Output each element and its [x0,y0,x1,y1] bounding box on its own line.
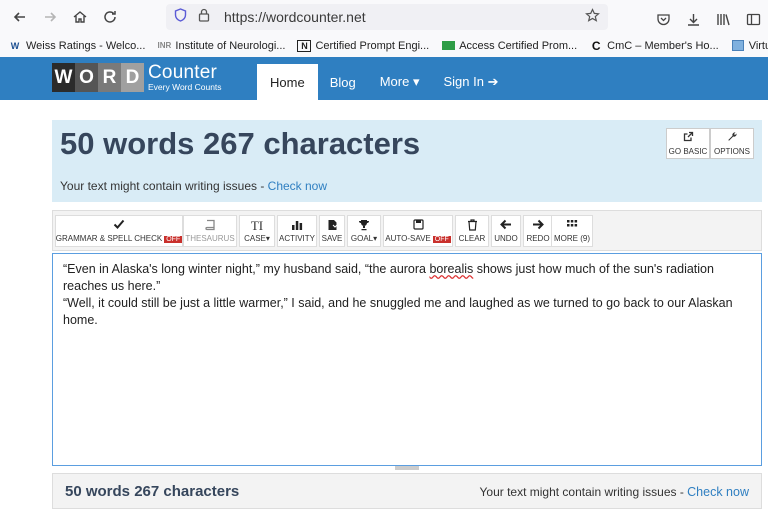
more-tools-button[interactable]: MORE (9) [551,215,593,247]
logo-counter: Counter Every Word Counts [148,62,222,93]
weiss-favicon-icon: W [10,40,20,51]
go-basic-button[interactable]: GO BASIC [666,128,710,159]
floppy-disk-icon [412,219,424,232]
bookmark-star-icon[interactable] [585,8,600,27]
back-icon[interactable] [5,2,35,32]
editor-toolbar: GRAMMAR & SPELL CHECK OFF THESAURUS TI CA… [52,210,762,251]
arrow-right-icon [532,219,544,232]
word-count-title: 50 words 267 characters [60,126,421,161]
grammar-off-badge: OFF [164,236,183,243]
writing-issues-notice: Your text might contain writing issues -… [60,179,328,193]
grid-icon [566,219,578,232]
book-icon [204,219,216,232]
case-dropdown-button[interactable]: TI CASE▾ [239,215,275,247]
nav-sign-in[interactable]: Sign In ➔ [431,64,510,100]
site-logo[interactable]: W O R D Counter Every Word Counts [52,63,222,92]
site-header: W O R D Counter Every Word Counts Home B… [0,57,768,100]
misspelled-word[interactable]: borealis [429,262,473,276]
pocket-icon[interactable] [648,4,678,34]
bar-chart-icon [291,219,303,232]
nav-blog[interactable]: Blog [318,64,368,100]
tracking-shield-icon[interactable] [174,7,188,27]
activity-button[interactable]: ACTIVITY [277,215,317,247]
logo-letter-o: O [75,63,98,92]
toolbar-right-icons [648,4,768,34]
bookmark-weiss[interactable]: W Weiss Ratings - Welco... [8,40,146,52]
reload-icon[interactable] [95,2,125,32]
save-file-icon [327,219,338,232]
lock-icon[interactable] [198,8,212,27]
redo-button[interactable]: REDO [523,215,553,247]
thesaurus-button[interactable]: THESAURUS [183,215,237,247]
options-button[interactable]: OPTIONS [710,128,754,159]
bookmark-virtual-business[interactable]: Virtual Business [731,40,768,52]
browser-toolbar: https://wordcounter.net [0,0,768,34]
editor-paragraph-2: “Well, it could still be just a little w… [63,296,733,327]
inr-favicon-icon: INR [157,41,172,50]
logo-letter-r: R [98,63,121,92]
arrow-left-icon [500,219,512,232]
nav-more[interactable]: More ▾ [368,64,432,100]
footer-word-count: 50 words 267 characters [65,483,240,500]
library-icon[interactable] [708,4,738,34]
text-editor[interactable]: “Even in Alaska's long winter night,” my… [52,253,762,466]
text-case-icon: TI [250,218,264,233]
url-text[interactable]: https://wordcounter.net [224,9,366,25]
address-bar[interactable]: https://wordcounter.net [166,4,608,30]
download-icon[interactable] [678,4,708,34]
sidebar-icon[interactable] [738,4,768,34]
notion-favicon-icon: N [297,39,312,52]
goal-dropdown-button[interactable]: GOAL▾ [347,215,381,247]
bookmarks-bar: W Weiss Ratings - Welco... INR Institute… [0,34,768,57]
external-link-icon [683,131,694,145]
clear-button[interactable]: CLEAR [455,215,489,247]
auto-save-off-badge: OFF [432,236,451,243]
logo-letter-d: D [121,63,144,92]
forward-icon[interactable] [35,2,65,32]
save-button[interactable]: SAVE [319,215,345,247]
cmc-favicon-icon: C [591,38,601,53]
bookmark-institute[interactable]: INR Institute of Neurologi... [157,40,286,52]
trophy-icon [358,219,370,232]
editor-paragraph-1: “Even in Alaska's long winter night,” my… [63,262,714,293]
nav-home[interactable]: Home [257,64,318,100]
undo-button[interactable]: UNDO [491,215,521,247]
footer-check-now-link[interactable]: Check now [687,485,749,499]
wrench-icon [727,131,738,145]
trash-icon [467,219,478,232]
site-nav: Home Blog More ▾ Sign In ➔ [257,64,510,100]
footer-writing-issues: Your text might contain writing issues -… [479,485,750,499]
bookmark-cmc[interactable]: C CmC – Member's Ho... [589,38,719,53]
resize-handle[interactable] [395,466,419,470]
grammar-spell-check-button[interactable]: GRAMMAR & SPELL CHECK OFF [55,215,183,247]
bookmark-prompt-eng[interactable]: N Certified Prompt Engi... [297,39,429,52]
checkmark-icon [113,219,125,232]
logo-letter-w: W [52,63,75,92]
check-now-link[interactable]: Check now [268,179,327,193]
access-favicon-icon [441,40,455,52]
bookmark-access-prom[interactable]: Access Certified Prom... [441,40,577,52]
auto-save-button[interactable]: AUTO-SAVE OFF [383,215,453,247]
footer-stats-bar: 50 words 267 characters Your text might … [52,473,762,509]
image-favicon-icon [731,40,745,52]
home-icon[interactable] [65,2,95,32]
headline-box: 50 words 267 characters Your text might … [52,120,762,202]
